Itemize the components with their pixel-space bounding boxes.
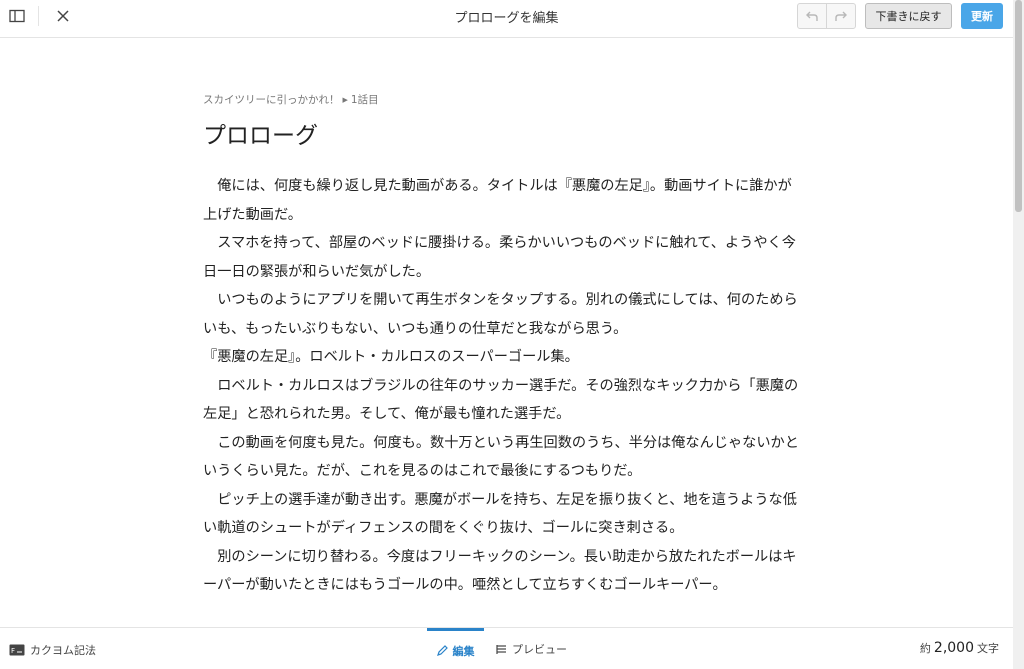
svg-text:F: F bbox=[11, 647, 15, 655]
tab-preview-label: プレビュー bbox=[512, 643, 567, 656]
char-count-unit: 文字 bbox=[977, 642, 999, 655]
pencil-icon bbox=[436, 645, 448, 656]
body-paragraph: 『悪魔の左足』。ロベルト・カルロスのスーパーゴール集。 bbox=[203, 349, 579, 365]
breadcrumb-chapter[interactable]: 1話目 bbox=[351, 92, 379, 107]
body-paragraph: ロベルト・カルロスはブラジルの往年のサッカー選手だ。その強烈なキック力から「悪魔… bbox=[203, 377, 799, 423]
body-paragraph: 別のシーンに切り替わる。今度はフリーキックのシーン。長い助走から放たれたボールは… bbox=[203, 548, 797, 594]
markup-icon: F bbox=[9, 644, 25, 656]
page-title: プロローグを編集 bbox=[454, 11, 559, 26]
breadcrumb-work[interactable]: スカイツリーに引っかかれ！ bbox=[203, 92, 340, 107]
editor-footer: F カクヨム記法 編集 プレビュー 約 2,000 文字 bbox=[0, 627, 1013, 669]
body-paragraph: ピッチ上の選手達が動き出す。悪魔がボールを持ち、左足を振り抜くと、地を這うような… bbox=[203, 491, 797, 537]
update-button[interactable]: 更新 bbox=[961, 3, 1003, 29]
scrollbar-thumb[interactable] bbox=[1015, 0, 1022, 212]
redo-icon bbox=[835, 11, 847, 21]
document-icon bbox=[496, 644, 506, 654]
body-textarea[interactable]: 俺には、何度も繰り返し見た動画がある。タイトルは『悪魔の左足』。動画サイトに誰か… bbox=[203, 172, 803, 600]
redo-button[interactable] bbox=[826, 4, 855, 28]
undo-redo-group bbox=[797, 3, 856, 29]
editor-area: スカイツリーに引っかかれ！ ▶ 1話目 プロローグ 俺には、何度も繰り返し見た動… bbox=[0, 39, 1013, 627]
editor-header: プロローグを編集 下書きに戻す 更新 bbox=[0, 0, 1013, 38]
scrollbar[interactable] bbox=[1013, 0, 1024, 669]
body-paragraph: いつものようにアプリを開いて再生ボタンをタップする。別れの儀式にしては、何のため… bbox=[203, 292, 798, 337]
body-paragraph: 俺には、何度も繰り返し見た動画がある。タイトルは『悪魔の左足』。動画サイトに誰か… bbox=[203, 178, 792, 223]
episode-title-input[interactable]: プロローグ bbox=[203, 116, 318, 150]
char-count-value: 2,000 bbox=[933, 640, 974, 656]
syntax-help-button[interactable]: F カクヨム記法 bbox=[9, 642, 96, 658]
undo-icon bbox=[806, 11, 818, 21]
body-paragraph: この動画を何度も見た。何度も。数十万という再生回数のうち、半分は俺なんじゃないか… bbox=[203, 434, 799, 480]
char-count: 約 2,000 文字 bbox=[920, 640, 999, 656]
breadcrumb-separator-icon: ▶ bbox=[342, 95, 348, 104]
tab-edit[interactable]: 編集 bbox=[427, 628, 484, 669]
syntax-help-label: カクヨム記法 bbox=[30, 644, 96, 657]
tab-edit-label: 編集 bbox=[452, 644, 475, 658]
undo-button[interactable] bbox=[798, 4, 826, 28]
breadcrumb: スカイツリーに引っかかれ！ ▶ 1話目 bbox=[203, 92, 379, 107]
body-paragraph: スマホを持って、部屋のベッドに腰掛ける。柔らかいいつものベッドに触れて、ようやく… bbox=[203, 235, 796, 280]
char-count-prefix: 約 bbox=[919, 642, 931, 655]
revert-to-draft-button[interactable]: 下書きに戻す bbox=[865, 3, 952, 29]
tab-preview[interactable]: プレビュー bbox=[496, 628, 567, 669]
